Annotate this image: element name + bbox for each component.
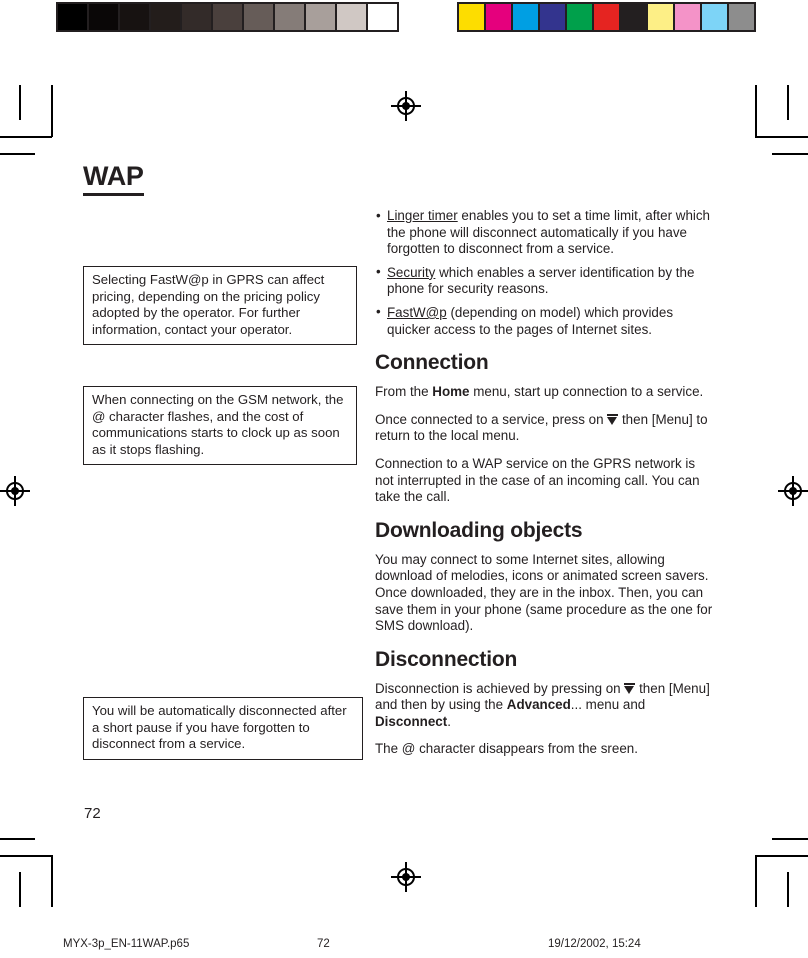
section-heading-disconnection: Disconnection bbox=[375, 647, 518, 671]
calibration-swatch bbox=[540, 4, 565, 30]
section-heading-downloading-objects: Downloading objects bbox=[375, 518, 583, 542]
feature-bullet-list: Linger timer enables you to set a time l… bbox=[375, 208, 715, 338]
text-fragment: Once connected to a service, press on bbox=[375, 411, 608, 427]
crop-mark-bottom-left-vertical bbox=[51, 855, 53, 907]
crop-mark-top-right-horizontal bbox=[755, 136, 808, 138]
paragraph-disconnection-at-char: The @ character disappears from the sree… bbox=[375, 741, 638, 757]
list-item: Linger timer enables you to set a time l… bbox=[375, 208, 715, 258]
registration-mark-left bbox=[0, 476, 30, 506]
paragraph-connection-gprs: Connection to a WAP service on the GPRS … bbox=[375, 455, 700, 505]
note-box-auto-disconnect: You will be automatically disconnected a… bbox=[83, 697, 363, 760]
crop-mark-bottom-left-bleed bbox=[0, 838, 35, 840]
registration-mark-top bbox=[391, 91, 421, 121]
crop-mark-top-left-horizontal bbox=[0, 136, 52, 138]
text-bold-home: Home bbox=[432, 384, 470, 400]
calibration-swatch bbox=[621, 4, 646, 30]
page-number: 72 bbox=[84, 805, 101, 822]
content-column: Linger timer enables you to set a time l… bbox=[375, 208, 715, 769]
text-fragment: From the bbox=[375, 384, 433, 400]
crop-mark-top-right-bleed bbox=[772, 153, 808, 155]
calibration-swatch bbox=[275, 4, 304, 30]
paragraph-downloading: You may connect to some Internet sites, … bbox=[375, 551, 713, 634]
paragraph-connection-menu: Once connected to a service, press on th… bbox=[375, 412, 715, 445]
calibration-swatch bbox=[459, 4, 484, 30]
list-item: FastW@p (depending on model) which provi… bbox=[375, 304, 715, 338]
text-fragment: Disconnection is achieved by pressing on bbox=[375, 680, 625, 696]
bullet-term: Security bbox=[387, 264, 436, 280]
crop-mark-bottom-right-vertical bbox=[755, 855, 757, 907]
calibration-swatch bbox=[213, 4, 242, 30]
grayscale-calibration-bar bbox=[56, 2, 399, 32]
text-bold-advanced: Advanced bbox=[506, 697, 571, 713]
crop-mark-top-left-bleed bbox=[0, 153, 35, 155]
calibration-swatch bbox=[120, 4, 149, 30]
crop-mark-top-left-vertical bbox=[51, 85, 53, 137]
paragraph-disconnection-steps: Disconnection is achieved by pressing on… bbox=[375, 681, 715, 731]
text-bold-disconnect: Disconnect bbox=[375, 713, 448, 729]
paragraph-connection-home: From the Home menu, start up connection … bbox=[375, 384, 715, 401]
crop-mark-bottom-right-bleed bbox=[772, 838, 808, 840]
crop-mark-bottom-left-horizontal bbox=[0, 855, 52, 857]
crop-mark-top-right-bleed-v bbox=[787, 85, 789, 120]
calibration-swatch bbox=[648, 4, 673, 30]
calibration-swatch bbox=[182, 4, 211, 30]
registration-mark-right bbox=[778, 476, 808, 506]
calibration-swatch bbox=[89, 4, 118, 30]
crop-mark-top-left-bleed-v bbox=[19, 85, 21, 120]
bullet-term: Linger timer bbox=[387, 208, 458, 223]
note-box-pricing: Selecting FastW@p in GPRS can affect pri… bbox=[83, 266, 357, 345]
down-arrow-key-icon bbox=[624, 682, 636, 694]
text-fragment: ... menu and bbox=[570, 697, 646, 713]
calibration-swatch bbox=[486, 4, 511, 30]
footer-filename: MYX-3p_EN-11WAP.p65 bbox=[63, 938, 190, 950]
calibration-swatch bbox=[513, 4, 538, 30]
calibration-swatch bbox=[337, 4, 366, 30]
calibration-swatch bbox=[594, 4, 619, 30]
footer-timestamp: 19/12/2002, 15:24 bbox=[548, 938, 641, 950]
color-calibration-bar bbox=[457, 2, 756, 32]
text-fragment: . bbox=[447, 713, 451, 729]
crop-mark-bottom-right-horizontal bbox=[755, 855, 808, 857]
calibration-swatch bbox=[151, 4, 180, 30]
crop-mark-bottom-left-bleed-v bbox=[19, 872, 21, 907]
crop-mark-top-right-vertical bbox=[755, 85, 757, 137]
bullet-term: FastW@p bbox=[387, 304, 447, 320]
calibration-swatch bbox=[567, 4, 592, 30]
down-arrow-key-icon bbox=[607, 413, 619, 425]
section-heading-connection: Connection bbox=[375, 351, 489, 375]
text-fragment: menu, start up connection to a service. bbox=[469, 384, 704, 400]
footer-page: 72 bbox=[317, 938, 330, 950]
list-item: Security which enables a server identifi… bbox=[375, 264, 715, 298]
calibration-swatch bbox=[306, 4, 335, 30]
print-footer: MYX-3p_EN-11WAP.p65 72 19/12/2002, 15:24 bbox=[0, 938, 808, 958]
calibration-swatch bbox=[244, 4, 273, 30]
calibration-swatch bbox=[729, 4, 754, 30]
calibration-swatch bbox=[702, 4, 727, 30]
calibration-swatch bbox=[675, 4, 700, 30]
calibration-swatch bbox=[58, 4, 87, 30]
crop-mark-bottom-right-bleed-v bbox=[787, 872, 789, 907]
page-title: WAP bbox=[83, 162, 144, 197]
note-box-gsm-network: When connecting on the GSM network, the … bbox=[83, 386, 357, 465]
registration-mark-bottom bbox=[391, 862, 421, 892]
calibration-swatch bbox=[368, 4, 397, 30]
